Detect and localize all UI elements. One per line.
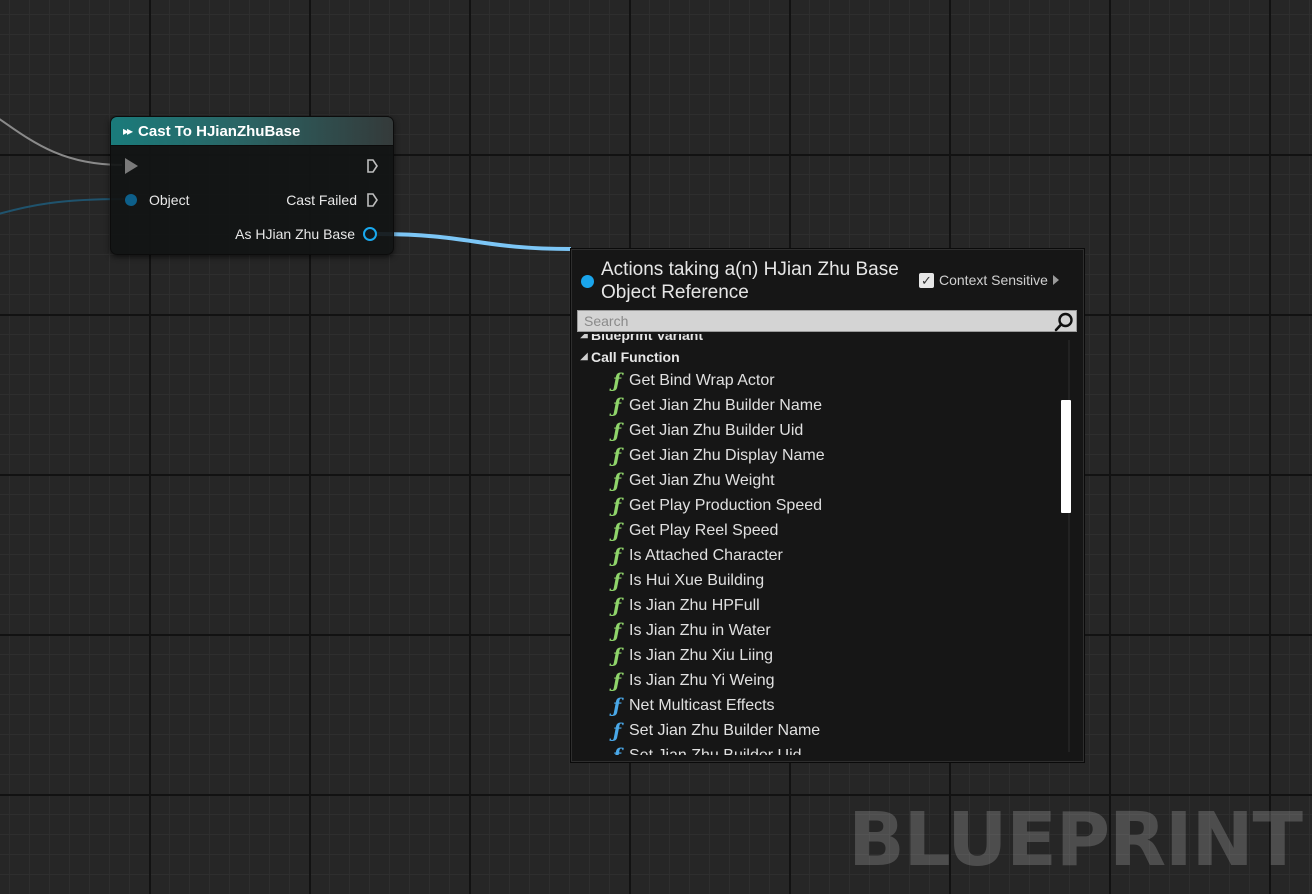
list-item[interactable]: ƒ Get Jian Zhu Builder Name [577,393,1067,418]
list-item-label: Is Hui Xue Building [629,571,765,589]
list-item-label: Get Play Reel Speed [629,521,779,539]
context-sensitive-label: Context Sensitive [939,272,1048,288]
exec-output-pin[interactable] [367,159,378,173]
list-item-label: Set Jian Zhu Builder Name [629,721,821,739]
list-item[interactable]: ƒ Is Jian Zhu HPFull [577,593,1067,618]
context-sensitive-checkbox[interactable]: ✓ [919,272,934,288]
function-pure-icon: ƒ [612,544,622,567]
scrollbar-thumb[interactable] [1061,400,1071,513]
list-item-label: Get Jian Zhu Display Name [629,446,825,464]
list-item[interactable]: ƒ Net Multicast Effects [577,693,1067,718]
blueprint-watermark: BLUEPRINT [848,797,1303,883]
as-output-pin-label: As HJian Zhu Base [235,226,355,242]
exec-wire[interactable] [0,116,123,166]
list-item-label: Get Play Production Speed [629,496,823,514]
list-item-label: Is Jian Zhu Xiu Liing [629,646,774,664]
cast-node-header[interactable]: ▸▸ Cast To HJianZhuBase [111,117,393,146]
function-pure-icon: ƒ [612,369,622,392]
function-pure-icon: ƒ [612,394,622,417]
action-menu-title-line1: Actions taking a(n) HJian Zhu Base [601,259,899,280]
list-item[interactable]: ƒ Is Jian Zhu Yi Weing [577,668,1067,693]
list-item[interactable]: ƒ Get Jian Zhu Display Name [577,443,1067,468]
function-pure-icon: ƒ [612,419,622,442]
cast-failed-exec-pin[interactable] [367,193,378,207]
category-blueprint-variant[interactable]: ◢ Blueprint Variant [577,334,1067,346]
list-item[interactable]: ƒ Get Jian Zhu Builder Uid [577,418,1067,443]
list-item-label: Get Jian Zhu Builder Uid [629,421,804,439]
list-item-label: Is Jian Zhu in Water [629,621,771,639]
category-label: Call Function [591,349,680,365]
list-item-label: Is Jian Zhu HPFull [629,596,760,614]
object-pin-label: Object [149,192,190,208]
list-item-label: Is Jian Zhu Yi Weing [629,671,775,689]
list-item-label: Get Jian Zhu Builder Name [629,396,822,414]
function-pure-icon: ƒ [612,669,622,692]
exec-input-pin[interactable] [125,158,138,174]
cast-node[interactable]: ▸▸ Cast To HJianZhuBase Object Cast Fail… [110,116,394,255]
category-call-function[interactable]: ◢ Call Function [577,346,1067,368]
function-pure-icon: ƒ [612,469,622,492]
function-impure-icon: ƒ [612,719,622,742]
list-item-label: Net Multicast Effects [629,696,775,714]
cast-node-title: Cast To HJianZhuBase [138,122,301,140]
context-sensitive-toggle[interactable]: ✓ Context Sensitive [919,272,1059,288]
function-pure-icon: ƒ [612,444,622,467]
context-expand-arrow-icon[interactable] [1052,275,1059,285]
list-item[interactable]: ƒSet Jian Zhu Builder Uid [577,743,1067,756]
list-item[interactable]: ƒ Set Jian Zhu Builder Name [577,718,1067,743]
search-icon[interactable] [1054,312,1074,332]
search-input[interactable] [578,311,1060,331]
list-item-label: Set Jian Zhu Builder Uid [629,746,802,756]
list-item[interactable]: ƒ Is Jian Zhu Xiu Liing [577,643,1067,668]
object-wire-out[interactable] [375,232,572,251]
list-item-label: Get Bind Wrap Actor [629,371,775,389]
function-impure-icon: ƒ [607,745,627,756]
as-output-pin[interactable] [363,227,377,241]
function-pure-icon: ƒ [612,594,622,617]
list-item[interactable]: ƒ Get Jian Zhu Weight [577,468,1067,493]
list-item[interactable]: ƒ Get Bind Wrap Actor [577,368,1067,393]
exec-pin-row [111,154,393,178]
list-item[interactable]: ƒ Is Jian Zhu in Water [577,618,1067,643]
list-item[interactable]: ƒ Get Play Production Speed [577,493,1067,518]
list-item[interactable]: ƒ Is Hui Xue Building [577,568,1067,593]
object-wire-in[interactable] [0,198,125,215]
list-item-label: Get Jian Zhu Weight [629,471,775,489]
function-pure-icon: ƒ [612,494,622,517]
blueprint-graph-canvas[interactable]: ▸▸ Cast To HJianZhuBase Object Cast Fail… [0,0,1312,894]
function-impure-icon: ƒ [612,694,622,717]
category-label: Blueprint Variant [591,334,704,343]
object-pin-row: Object Cast Failed [111,188,393,212]
object-reference-dot-icon [581,275,594,288]
list-item[interactable]: ƒ Get Play Reel Speed [577,518,1067,543]
list-item-label: Is Attached Character [629,546,783,564]
cast-failed-label: Cast Failed [286,192,357,208]
action-menu-title: Actions taking a(n) HJian Zhu Base Objec… [601,258,921,304]
search-box [577,310,1077,332]
expand-triangle-icon: ◢ [580,334,588,340]
function-pure-icon: ƒ [612,519,622,542]
function-pure-icon: ƒ [612,644,622,667]
function-pure-icon: ƒ [612,619,622,642]
list-item[interactable]: ƒ Is Attached Character [577,543,1067,568]
action-list[interactable]: ◢ Blueprint Variant ◢ Call Function ƒ Get… [577,334,1067,755]
action-menu[interactable]: Actions taking a(n) HJian Zhu Base Objec… [571,249,1084,762]
expand-triangle-icon: ◢ [580,351,588,362]
action-menu-title-line2: Object Reference [601,282,749,303]
function-pure-icon: ƒ [612,569,622,592]
cast-node-icon: ▸▸ [123,124,133,138]
as-output-pin-row: As HJian Zhu Base [111,222,393,246]
object-input-pin[interactable] [125,194,137,206]
